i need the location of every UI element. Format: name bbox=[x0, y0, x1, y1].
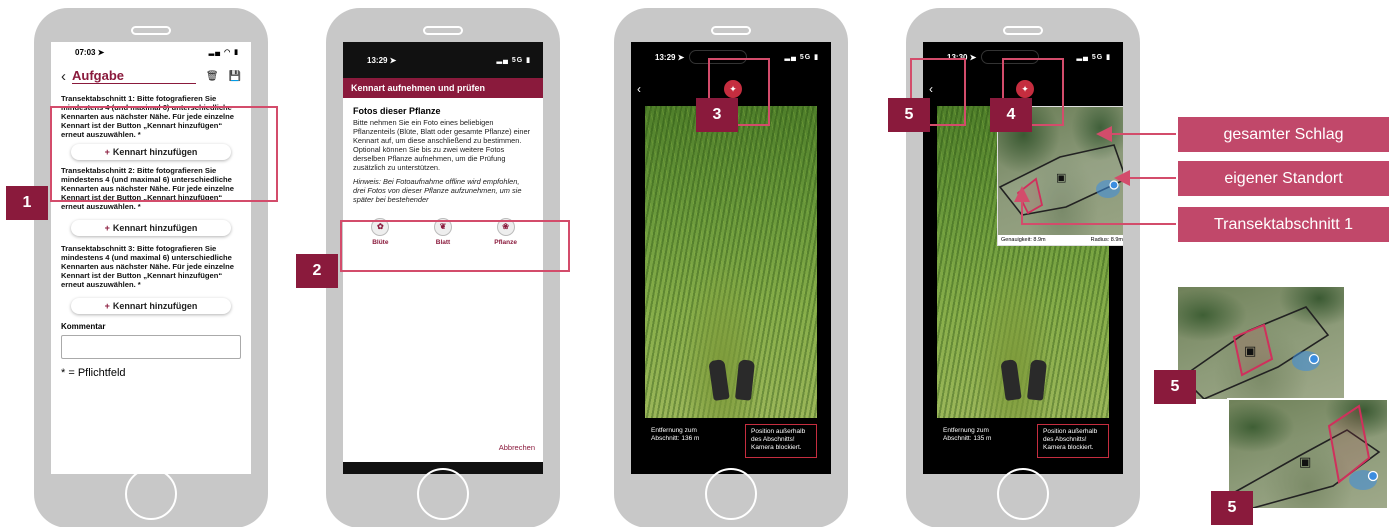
map-detail-transect-1: ▣ bbox=[1178, 287, 1344, 399]
back-chevron-icon[interactable]: ‹ bbox=[61, 68, 66, 85]
shoes-in-photo bbox=[999, 352, 1049, 401]
add-species-button[interactable]: + Kennart hinzufügen bbox=[71, 298, 231, 314]
cancel-link[interactable]: Abbrechen bbox=[499, 443, 535, 452]
phone-task-list: 07:03 ➤ ▂▄ ◠ ▮ ‹ Aufgabe 🗑 💾 Transektabs… bbox=[34, 8, 268, 527]
location-dot bbox=[1367, 470, 1379, 482]
add-species-button[interactable]: + Kennart hinzufügen bbox=[71, 220, 231, 236]
section-heading: Fotos dieser Pflanze bbox=[353, 106, 441, 116]
status-time: 13:29 ➤ bbox=[367, 55, 397, 65]
task-text: Transektabschnitt 3: Bitte fotografieren… bbox=[61, 244, 235, 289]
home-button[interactable] bbox=[997, 468, 1049, 520]
comment-input[interactable] bbox=[61, 335, 241, 359]
page-title: Aufgabe bbox=[72, 68, 196, 84]
step-badge-2: 2 bbox=[296, 254, 338, 288]
step-badge-5: 5 bbox=[1211, 491, 1253, 525]
signal-network-icon: ▂▄ 5G ▮ bbox=[1076, 54, 1111, 61]
task-header: ‹ Aufgabe 🗑 💾 bbox=[51, 62, 251, 90]
plus-icon: + bbox=[104, 301, 110, 311]
step-badge-3: 3 bbox=[696, 98, 738, 132]
distance-text: Entfernung zum Abschnitt: 135 m bbox=[943, 427, 992, 442]
hint-text: Hinweis: Bei Fotoaufnahme offline wird e… bbox=[353, 177, 522, 204]
map-marker-icon: ▣ bbox=[1056, 171, 1066, 184]
banner-title: Kennart aufnehmen und prüfen bbox=[343, 78, 543, 98]
camera-viewfinder bbox=[645, 106, 817, 418]
network-type: 5G bbox=[1091, 54, 1104, 61]
phone-speaker bbox=[131, 26, 171, 35]
label-entire-field: gesamter Schlag bbox=[1178, 117, 1389, 152]
step-badge-5: 5 bbox=[888, 98, 930, 132]
network-type: 5G bbox=[799, 54, 812, 61]
network-type: 5G bbox=[511, 57, 524, 64]
step-badge-5: 5 bbox=[1154, 370, 1196, 404]
phone-speaker bbox=[423, 26, 463, 35]
home-button[interactable] bbox=[705, 468, 757, 520]
distance-text: Entfernung zum Abschnitt: 136 m bbox=[651, 427, 700, 442]
map-detail-shapes: ▣ bbox=[1233, 404, 1381, 508]
home-button[interactable] bbox=[417, 468, 469, 520]
comment-label: Kommentar bbox=[61, 322, 106, 331]
map-marker-icon: ▣ bbox=[1244, 344, 1256, 359]
task-section-3: Transektabschnitt 3: Bitte fotografieren… bbox=[51, 244, 251, 314]
callout-task-section bbox=[50, 106, 278, 202]
plus-icon: + bbox=[104, 223, 110, 233]
description-text: Bitte nehmen Sie ein Foto eines beliebig… bbox=[353, 118, 531, 172]
instructions: Fotos dieser Pflanze Bitte nehmen Sie ei… bbox=[343, 98, 543, 212]
phone-speaker bbox=[1003, 26, 1043, 35]
step-badge-4: 4 bbox=[990, 98, 1032, 132]
camera-info-bar: Entfernung zum Abschnitt: 135 m Position… bbox=[937, 424, 1109, 464]
status-bar: 07:03 ➤ ▂▄ ◠ ▮ bbox=[51, 42, 251, 62]
warning-text: Position außerhalb des Abschnitts! Kamer… bbox=[1037, 424, 1109, 458]
label-transect-1: Transektabschnitt 1 bbox=[1178, 207, 1389, 242]
phone-speaker bbox=[711, 26, 751, 35]
add-species-label: Kennart hinzufügen bbox=[112, 301, 198, 311]
accuracy-bar: Genauigkeit: 8.9m Radius: 8.9m bbox=[998, 235, 1123, 245]
radius-text: Radius: 8.9m bbox=[1090, 237, 1123, 243]
signal-network-icon: ▂▄ 5G ▮ bbox=[784, 54, 819, 61]
signal-wifi-battery-icon: ▂▄ ◠ ▮ bbox=[208, 49, 239, 56]
callout-photo-options bbox=[340, 220, 570, 272]
accuracy-text: Genauigkeit: 8.9m bbox=[1001, 237, 1046, 243]
status-bar: 13:29 ➤ ▂▄ 5G ▮ bbox=[343, 42, 543, 78]
map-detail-shapes: ▣ bbox=[1180, 306, 1330, 399]
home-button[interactable] bbox=[125, 468, 177, 520]
back-chevron-icon[interactable]: ‹ bbox=[637, 82, 641, 96]
save-icon[interactable]: 💾 bbox=[229, 71, 241, 82]
camera-info-bar: Entfernung zum Abschnitt: 136 m Position… bbox=[645, 424, 817, 464]
step-badge-1: 1 bbox=[6, 186, 48, 220]
status-time: 07:03 ➤ bbox=[75, 47, 105, 57]
status-area: 13:29 ➤ ▂▄ 5G ▮ bbox=[343, 42, 543, 78]
label-own-location: eigener Standort bbox=[1178, 161, 1389, 196]
location-dot bbox=[1109, 180, 1119, 190]
shoes-in-photo bbox=[707, 352, 757, 401]
signal-network-icon: ▂▄ 5G ▮ bbox=[496, 57, 531, 64]
trash-icon[interactable]: 🗑 bbox=[206, 71, 219, 82]
required-footnote: * = Pflichtfeld bbox=[61, 367, 126, 379]
status-time: 13:29 ➤ bbox=[655, 52, 685, 62]
warning-text: Position außerhalb des Abschnitts! Kamer… bbox=[745, 424, 817, 458]
map-marker-icon: ▣ bbox=[1299, 455, 1311, 470]
location-dot bbox=[1308, 353, 1320, 365]
add-species-label: Kennart hinzufügen bbox=[112, 223, 198, 233]
